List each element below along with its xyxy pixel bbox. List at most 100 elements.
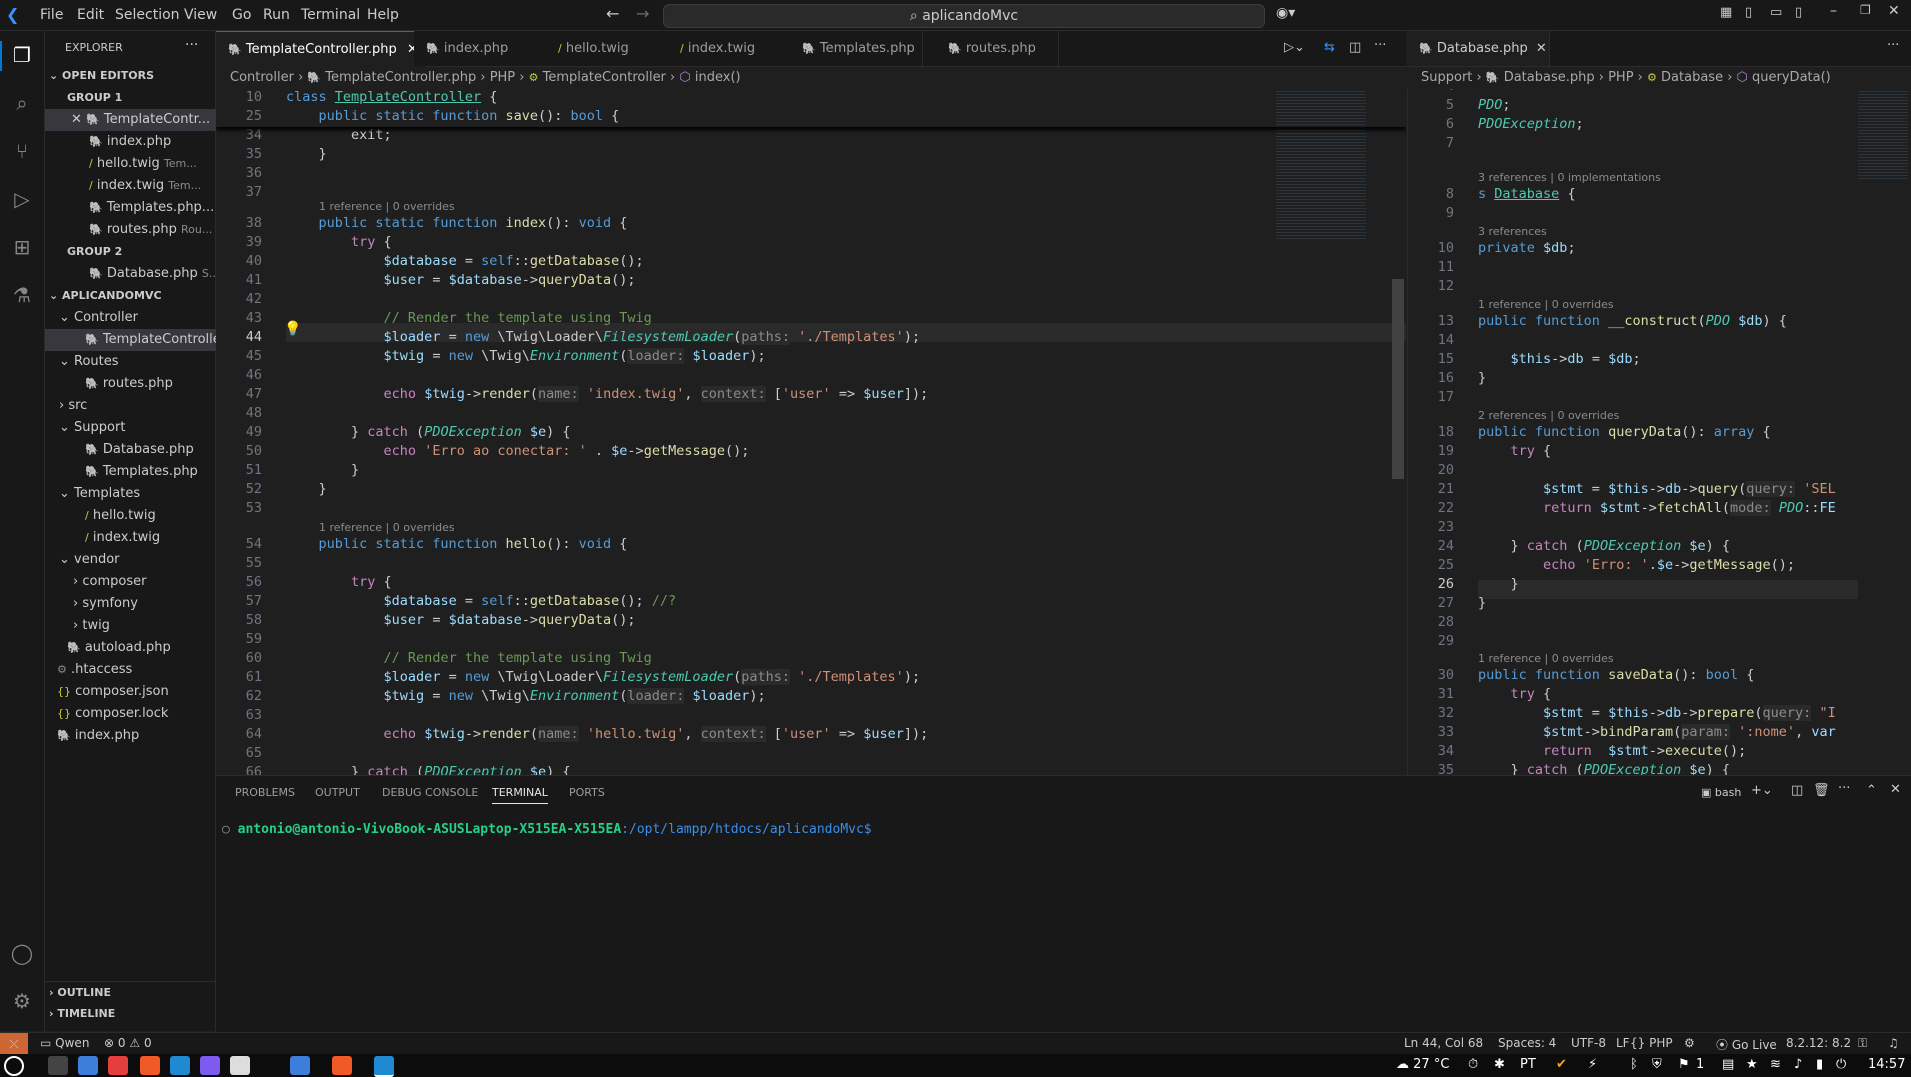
- tree-file[interactable]: ⚙ .htaccess: [45, 659, 227, 681]
- close-icon[interactable]: ✕: [71, 112, 82, 127]
- bell-icon[interactable]: ♫: [1888, 1036, 1899, 1050]
- tree-folder[interactable]: ⌄ Routes: [45, 351, 229, 373]
- breadcrumb-item[interactable]: Database.php: [1504, 70, 1595, 85]
- notification-badge[interactable]: 1: [1696, 1057, 1704, 1072]
- run-debug-icon[interactable]: ▷: [10, 187, 34, 211]
- shield-icon[interactable]: ⛨: [1652, 1057, 1662, 1072]
- explorer-icon[interactable]: ❐: [10, 43, 34, 67]
- tree-folder[interactable]: › src: [45, 395, 229, 417]
- tab-index-twig[interactable]: / index.twig: [668, 31, 791, 66]
- tab-templatecontroller[interactable]: 🐘 TemplateController.php ✕: [216, 31, 427, 67]
- accounts-icon[interactable]: ◯: [10, 941, 34, 965]
- codelens[interactable]: 1 reference | 0 overrides: [319, 200, 455, 213]
- timer-icon[interactable]: ⏱: [1468, 1057, 1478, 1072]
- menu-file[interactable]: File: [40, 7, 63, 23]
- menu-run[interactable]: Run: [263, 7, 290, 23]
- vscode-window-icon[interactable]: [374, 1056, 394, 1077]
- wifi-icon[interactable]: ≋: [1770, 1057, 1781, 1072]
- brave-icon[interactable]: [140, 1056, 160, 1075]
- terminal-app-icon[interactable]: [48, 1056, 68, 1075]
- breadcrumb-item[interactable]: PHP: [490, 70, 515, 85]
- restore-icon[interactable]: ❐: [1860, 3, 1871, 17]
- more-actions-icon[interactable]: ···: [1887, 38, 1899, 53]
- breadcrumb-item[interactable]: TemplateController: [543, 70, 666, 85]
- timeline-header[interactable]: › TIMELINE: [45, 1003, 219, 1025]
- project-header[interactable]: ⌄ APLICANDOMVC: [45, 285, 219, 307]
- toggle-secondary-sidebar-icon[interactable]: ▯: [1795, 5, 1802, 20]
- tree-folder[interactable]: ⌄ Support: [45, 417, 229, 439]
- keyboard-language[interactable]: PT: [1520, 1057, 1536, 1072]
- tree-folder[interactable]: › composer: [45, 571, 243, 593]
- qwen-status[interactable]: ▭ Qwen: [40, 1036, 89, 1050]
- indentation[interactable]: Spaces: 4: [1498, 1036, 1556, 1050]
- forward-arrow-icon[interactable]: →: [636, 4, 649, 23]
- tab-routes-php[interactable]: 🐘 routes.php: [936, 31, 1059, 66]
- tab-terminal[interactable]: TERMINAL: [492, 786, 548, 804]
- tree-file[interactable]: 🐘 autoload.php: [45, 637, 237, 659]
- menu-selection[interactable]: Selection: [115, 7, 180, 23]
- bluetooth-icon[interactable]: ᛒ: [1630, 1057, 1638, 1072]
- tree-file[interactable]: {} composer.lock: [45, 703, 227, 725]
- menu-view[interactable]: View: [184, 7, 217, 23]
- breadcrumb-item[interactable]: Database: [1661, 70, 1723, 85]
- open-editor-item[interactable]: ✕ 🐘 TemplateContr...: [45, 109, 241, 131]
- tab-ports[interactable]: PORTS: [569, 786, 605, 799]
- files-window-icon[interactable]: [290, 1056, 310, 1075]
- tree-folder[interactable]: ⌄ Controller: [45, 307, 229, 329]
- menu-go[interactable]: Go: [232, 7, 251, 23]
- menu-edit[interactable]: Edit: [77, 7, 104, 23]
- trash-icon[interactable]: 🗑: [1813, 783, 1830, 798]
- line-endings[interactable]: LF: [1616, 1036, 1630, 1050]
- tree-folder[interactable]: › symfony: [45, 593, 243, 615]
- codelens[interactable]: 2 references | 0 overrides: [1478, 409, 1619, 422]
- back-arrow-icon[interactable]: ←: [606, 4, 619, 23]
- vscode-app-icon[interactable]: [170, 1056, 190, 1075]
- left-editor[interactable]: 💡 10 25 34 35 36 37 38 39 40 41 42 43 44 45 46 47 48 49 50…: [216, 89, 1406, 775]
- right-editor[interactable]: 4 5 6 7 8 9 10 11 12 13 14 15 16 17 18 19 20 21 22 23 24 25 26…: [1407, 89, 1911, 775]
- codelens[interactable]: 1 reference | 0 overrides: [319, 521, 455, 534]
- tab-database-php[interactable]: 🐘 Database.php ✕: [1407, 31, 1550, 66]
- extensions-icon[interactable]: ⊞: [10, 235, 34, 259]
- testing-icon[interactable]: ⚗: [10, 283, 34, 307]
- breadcrumb-item[interactable]: TemplateController.php: [325, 70, 476, 85]
- problems-status[interactable]: ⊗ 0 ⚠ 0: [104, 1036, 152, 1050]
- os-menu-icon[interactable]: [4, 1056, 24, 1076]
- breadcrumb-item[interactable]: queryData(): [1752, 70, 1831, 85]
- flag-icon[interactable]: ⚑: [1678, 1057, 1690, 1072]
- weather-widget[interactable]: ☁ 27 °C: [1396, 1057, 1449, 1072]
- app-icon[interactable]: [200, 1056, 220, 1075]
- run-file-icon[interactable]: ▷⌄: [1284, 40, 1305, 55]
- settings-gear-icon[interactable]: ⚙: [10, 989, 34, 1013]
- codelens[interactable]: 1 reference | 0 overrides: [1478, 652, 1614, 665]
- maximize-panel-icon[interactable]: ⌃: [1866, 783, 1877, 798]
- minimize-icon[interactable]: –: [1830, 3, 1837, 19]
- copilot-icon[interactable]: ◉▾: [1276, 5, 1295, 21]
- clock[interactable]: 14:57: [1868, 1057, 1905, 1072]
- more-actions-icon[interactable]: ···: [185, 37, 198, 53]
- language-mode[interactable]: {} PHP: [1630, 1036, 1673, 1050]
- battery-icon[interactable]: ▮: [1816, 1057, 1823, 1072]
- key-icon[interactable]: ⚿: [1858, 1036, 1867, 1051]
- breadcrumb-item[interactable]: Controller: [230, 70, 294, 85]
- codelens[interactable]: 3 references | 0 implementations: [1478, 171, 1661, 184]
- brave-window-icon[interactable]: [332, 1056, 352, 1075]
- terminal-prompt[interactable]: ○ antonio@antonio-VivoBook-ASUSLaptop-X5…: [222, 822, 872, 837]
- terminal-shell-label[interactable]: ▣ bash: [1701, 786, 1741, 799]
- tab-hello-twig[interactable]: / hello.twig: [546, 31, 669, 66]
- volume-icon[interactable]: ♪: [1794, 1057, 1802, 1072]
- clipboard-icon[interactable]: ▤: [1722, 1057, 1734, 1072]
- compare-icon[interactable]: ⇆: [1324, 40, 1335, 55]
- breadcrumb-item[interactable]: PHP: [1608, 70, 1633, 85]
- tree-file[interactable]: 🐘 index.php: [45, 725, 227, 747]
- app-icon[interactable]: [108, 1056, 128, 1075]
- menu-terminal[interactable]: Terminal: [301, 7, 360, 23]
- go-live-button[interactable]: ⦿ Go Live: [1716, 1036, 1777, 1053]
- split-terminal-icon[interactable]: ◫: [1791, 783, 1803, 798]
- php-version[interactable]: 8.2.12: 8.2: [1786, 1036, 1851, 1050]
- tab-index-php[interactable]: 🐘 index.php: [414, 31, 547, 66]
- open-editors-header[interactable]: ⌄ OPEN EDITORS: [45, 65, 219, 87]
- notes-app-icon[interactable]: [230, 1056, 250, 1075]
- tray-icon[interactable]: ✱: [1494, 1057, 1505, 1072]
- codelens[interactable]: 1 reference | 0 overrides: [1478, 298, 1614, 311]
- star-icon[interactable]: ★: [1746, 1057, 1758, 1072]
